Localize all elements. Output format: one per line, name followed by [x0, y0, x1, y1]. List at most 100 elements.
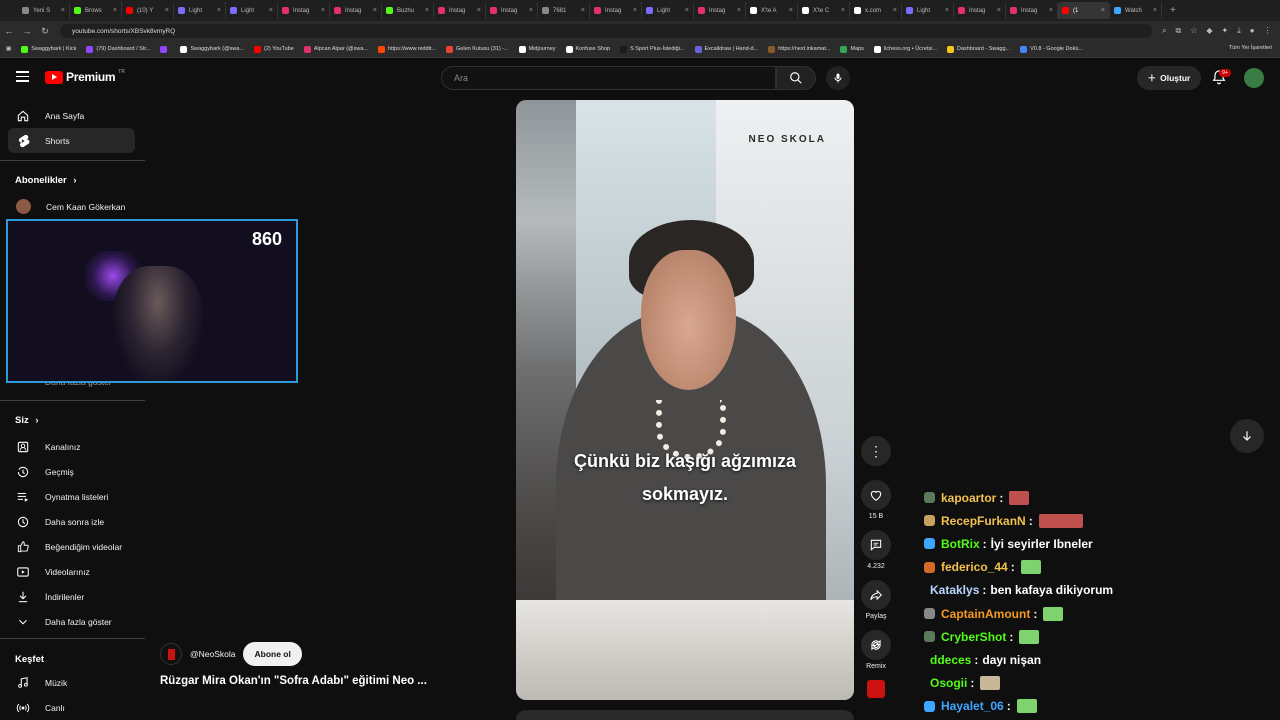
forward-icon[interactable]: → [18, 26, 36, 36]
sidebar-item-subscription[interactable]: Cem Kaan Gökerkan [8, 194, 135, 219]
browser-tab[interactable]: Light × [174, 2, 226, 19]
bookmark-item[interactable]: (2) YouTube [254, 45, 294, 53]
bookmark-item[interactable]: V0.8 - Google Dokü... [1020, 45, 1083, 53]
close-tab-icon[interactable]: × [841, 7, 845, 14]
browser-tab[interactable]: Brows × [70, 2, 122, 19]
close-tab-icon[interactable]: × [633, 7, 637, 14]
browser-tab[interactable]: Light × [226, 2, 278, 19]
star-icon[interactable]: ☆ [1190, 26, 1197, 36]
sidebar-item-playlists[interactable]: Oynatma listeleri [8, 484, 135, 509]
search-button[interactable] [776, 66, 816, 90]
like-button[interactable] [861, 480, 891, 510]
close-tab-icon[interactable]: × [529, 7, 533, 14]
sidebar-item-channel[interactable]: Kanalınız [8, 434, 135, 459]
profile-icon[interactable]: ● [1250, 26, 1255, 36]
close-tab-icon[interactable]: × [685, 7, 689, 14]
next-short-button[interactable] [1230, 419, 1264, 453]
menu-icon[interactable]: ⋮ [1264, 26, 1272, 36]
search-input[interactable]: Ara [441, 66, 776, 90]
bookmark-item[interactable]: Maps [840, 45, 864, 53]
close-tab-icon[interactable]: × [217, 7, 221, 14]
close-tab-icon[interactable]: × [321, 7, 325, 14]
close-tab-icon[interactable]: × [789, 7, 793, 14]
sidebar-item-music[interactable]: Müzik [8, 670, 135, 695]
browser-tab[interactable]: X'te C × [798, 2, 850, 19]
sidebar-item-shorts[interactable]: Shorts [8, 128, 135, 153]
back-icon[interactable]: ← [0, 26, 18, 36]
close-tab-icon[interactable]: × [945, 7, 949, 14]
voice-search-button[interactable] [826, 66, 850, 90]
subscribe-button[interactable]: Abone ol [243, 642, 302, 666]
browser-tab[interactable]: Instag × [278, 2, 330, 19]
sidebar-item-home[interactable]: Ana Sayfa [8, 103, 135, 128]
apps-icon[interactable]: ▦ [6, 46, 11, 52]
sidebar-item-history[interactable]: Geçmiş [8, 459, 135, 484]
browser-tab[interactable]: Instag × [434, 2, 486, 19]
install-icon[interactable]: ⧉ [1175, 26, 1181, 36]
channel-thumbnail[interactable] [867, 680, 885, 698]
close-tab-icon[interactable]: × [113, 7, 117, 14]
sidebar-item-chevron-down[interactable]: Daha fazla göster [8, 609, 135, 634]
close-tab-icon[interactable]: × [477, 7, 481, 14]
bookmark-item[interactable]: S Sport Plus-İstediği... [620, 45, 685, 53]
extension-icon[interactable]: ◆ [1206, 26, 1212, 36]
browser-tab[interactable]: Instag × [486, 2, 538, 19]
browser-tab[interactable]: Light × [902, 2, 954, 19]
close-tab-icon[interactable]: × [1153, 7, 1157, 14]
close-tab-icon[interactable]: × [1049, 7, 1053, 14]
comments-button[interactable] [861, 530, 891, 560]
sidebar-item-live[interactable]: Canlı [8, 695, 135, 720]
bookmark-item[interactable]: Dashboard - Swagg... [946, 45, 1010, 53]
bookmark-item[interactable]: lichess.org • Ücretsi... [873, 45, 937, 53]
create-button[interactable]: ＋ Oluştur [1137, 66, 1201, 90]
browser-tab[interactable]: Buzhu × [382, 2, 434, 19]
browser-tab[interactable]: Light × [642, 2, 694, 19]
sidebar-item-liked[interactable]: Beğendiğim videolar [8, 534, 135, 559]
browser-tab[interactable]: Instag × [694, 2, 746, 19]
channel-name[interactable]: @NeoSkola [190, 649, 235, 659]
channel-avatar[interactable] [160, 643, 182, 665]
browser-tab[interactable]: (1 × [1058, 2, 1110, 19]
bookmark-item[interactable]: (79) Dashboard / Str... [86, 45, 150, 53]
url-field[interactable]: youtube.com/shorts/XBSvk8vmyRQ [60, 24, 1152, 38]
zoom-icon[interactable]: ⌕ [1162, 26, 1166, 36]
browser-tab[interactable]: (10) Y × [122, 2, 174, 19]
sidebar-item-your-videos[interactable]: Videolarınız [8, 559, 135, 584]
bookmark-item[interactable] [160, 45, 170, 53]
short-video-player[interactable]: NEO SKOLA Çünkü biz kaşığı ağzımıza sokm… [516, 100, 854, 700]
bookmark-item[interactable]: Konfuse Shop [565, 45, 610, 53]
bookmark-item[interactable]: Swaggybark (@swa... [180, 45, 244, 53]
youtube-logo[interactable]: Premium TR [45, 69, 125, 84]
bookmark-item[interactable]: Gelen Kutusu (31) -... [446, 45, 509, 53]
bookmark-item[interactable]: Swaggybark | Kick [21, 45, 76, 53]
close-tab-icon[interactable]: × [425, 7, 429, 14]
close-tab-icon[interactable]: × [269, 7, 273, 14]
browser-tab[interactable]: X'te A × [746, 2, 798, 19]
close-tab-icon[interactable]: × [165, 7, 169, 14]
new-tab-icon[interactable]: + [1162, 5, 1184, 16]
bookmark-item[interactable]: https://www.reddit... [378, 45, 436, 53]
remix-button[interactable] [861, 630, 891, 660]
bookmark-item[interactable]: Alpcan Alpar (@swa... [303, 45, 368, 53]
puzzle-icon[interactable]: ✦ [1222, 26, 1229, 36]
browser-tab[interactable]: Instag × [954, 2, 1006, 19]
browser-tab[interactable]: 7681 × [538, 2, 590, 19]
sidebar-item-downloads[interactable]: İndirilenler [8, 584, 135, 609]
short-title[interactable]: Rüzgar Mira Okan'ın "Sofra Adabı" eğitim… [160, 675, 427, 687]
subscriptions-heading[interactable]: Abonelikler › [15, 175, 77, 186]
browser-tab[interactable]: x.com × [850, 2, 902, 19]
more-options-button[interactable]: ⋮ [861, 436, 891, 466]
close-tab-icon[interactable]: × [893, 7, 897, 14]
close-tab-icon[interactable]: × [373, 7, 377, 14]
close-tab-icon[interactable]: × [581, 7, 585, 14]
close-tab-icon[interactable]: × [1101, 7, 1105, 14]
you-heading[interactable]: Siz › [15, 415, 39, 426]
browser-tab[interactable]: Instag × [1006, 2, 1058, 19]
bookmark-item[interactable]: Excalidraw | Hand-d... [694, 45, 758, 53]
browser-tab[interactable]: Watch × [1110, 2, 1162, 19]
bookmark-item[interactable]: https://next.inkamat... [768, 45, 830, 53]
download-icon[interactable]: ⤓ [1237, 26, 1241, 36]
close-tab-icon[interactable]: × [997, 7, 1001, 14]
share-button[interactable] [861, 580, 891, 610]
all-bookmarks[interactable]: Tüm Yer İşaretleri [1229, 45, 1272, 51]
